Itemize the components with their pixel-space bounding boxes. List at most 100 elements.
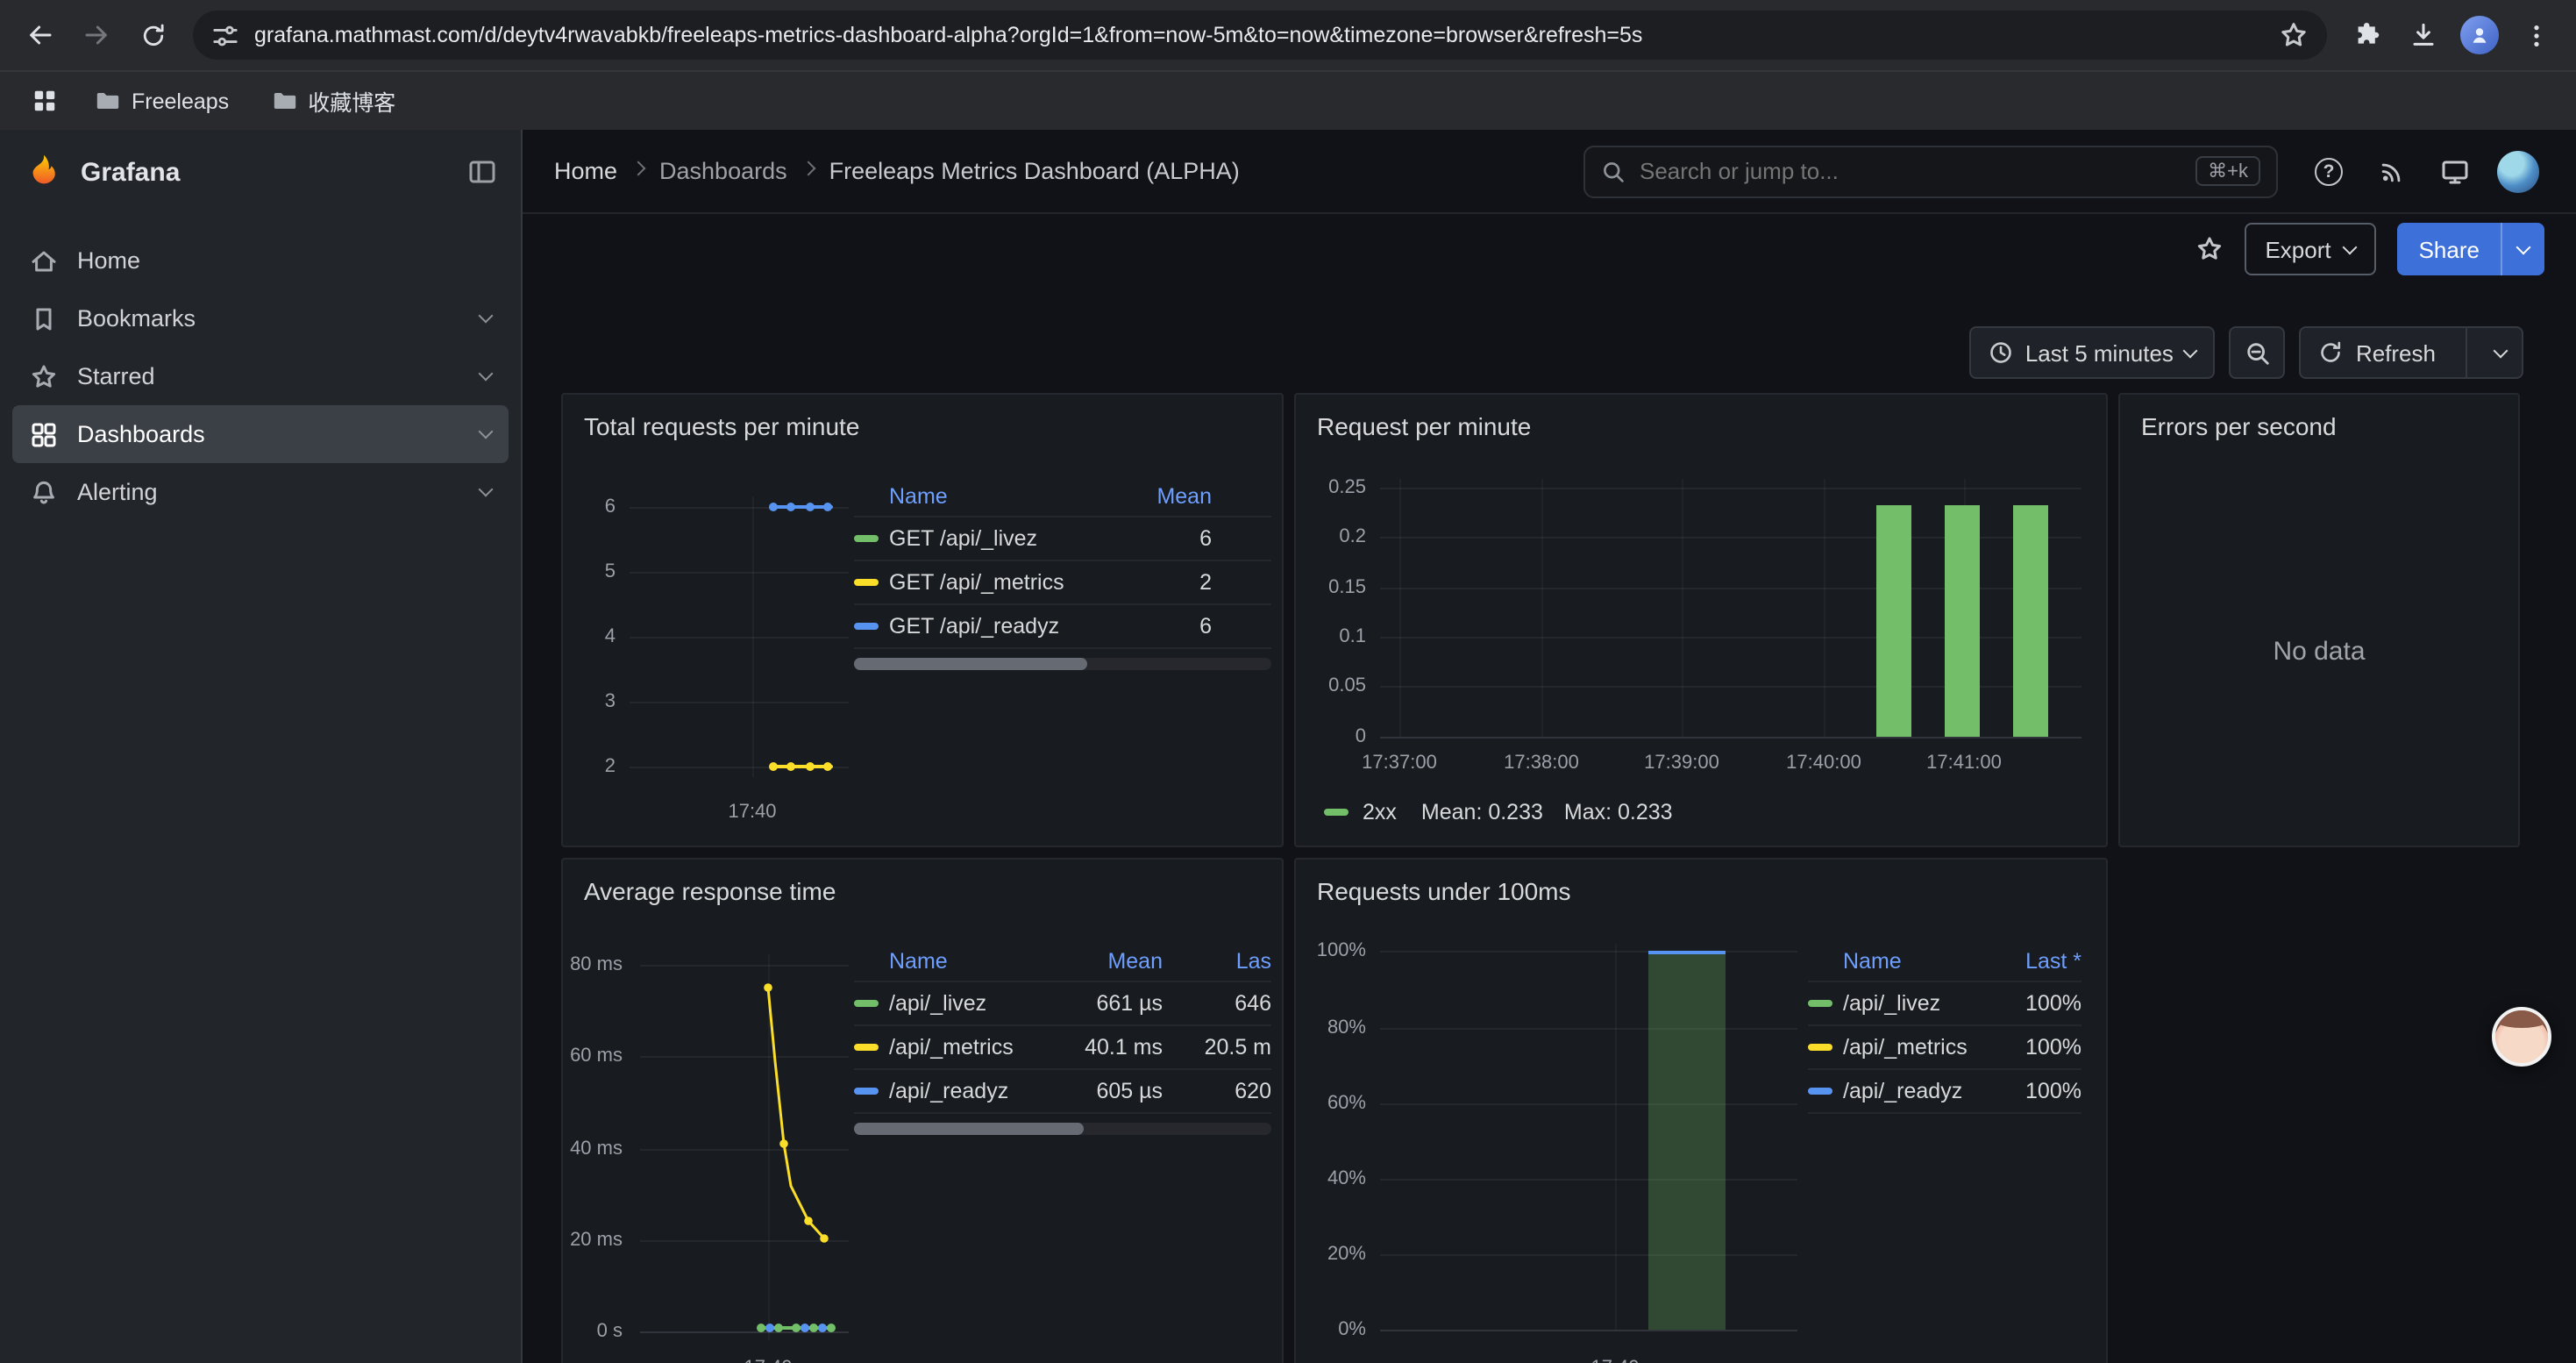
- bookmarks-bar: Freeleaps 收藏博客: [0, 70, 2576, 130]
- rss-icon: [2379, 158, 2405, 184]
- y-tick: 0 s: [563, 1321, 623, 1342]
- series-name[interactable]: /api/_metrics: [889, 1035, 1014, 1060]
- share-button[interactable]: Share: [2398, 223, 2544, 275]
- series-mean: 661 µs: [1075, 991, 1184, 1016]
- extensions-button[interactable]: [2341, 9, 2394, 61]
- sidebar-item-bookmarks[interactable]: Bookmarks: [12, 289, 509, 347]
- no-data-message: No data: [2120, 637, 2518, 667]
- sidebar-item-alerting[interactable]: Alerting: [12, 463, 509, 521]
- grafana-logo: [25, 153, 63, 191]
- forward-button[interactable]: [70, 9, 123, 61]
- axis-baseline: [640, 1331, 849, 1333]
- gridline: [752, 496, 754, 777]
- legend-col-last[interactable]: Last *: [2001, 948, 2081, 973]
- series-name[interactable]: GET /api/_livez: [889, 526, 1037, 551]
- share-menu-button[interactable]: [2502, 246, 2544, 252]
- sidebar-item-home[interactable]: Home: [12, 232, 509, 289]
- data-point: [792, 1324, 801, 1332]
- axis-baseline: [1380, 1330, 1797, 1331]
- series-name[interactable]: 2xx: [1363, 800, 1397, 824]
- legend-col-mean[interactable]: Mean: [1145, 483, 1271, 508]
- series-last: 100%: [2001, 1035, 2081, 1060]
- legend-row: /api/_livez 100%: [1808, 982, 2081, 1026]
- y-tick: 60%: [1296, 1093, 1366, 1114]
- favorite-dashboard-button[interactable]: [2195, 235, 2223, 263]
- gridline: [630, 702, 849, 703]
- series-name[interactable]: /api/_livez: [1843, 991, 1940, 1016]
- downloads-button[interactable]: [2397, 9, 2450, 61]
- series-name[interactable]: /api/_readyz: [889, 1079, 1008, 1103]
- data-point: [806, 762, 815, 771]
- legend-mean: Mean: 0.233: [1421, 800, 1543, 824]
- data-point: [806, 503, 815, 511]
- refresh-interval-button[interactable]: [2480, 350, 2522, 355]
- breadcrumb-dashboards[interactable]: Dashboards: [659, 158, 787, 184]
- y-tick: 0.25: [1296, 477, 1366, 498]
- menu-button[interactable]: [2509, 9, 2562, 61]
- collapse-sidebar-button[interactable]: [468, 158, 496, 186]
- breadcrumb-current: Freeleaps Metrics Dashboard (ALPHA): [829, 158, 1240, 184]
- panel-title[interactable]: Errors per second: [2120, 395, 2518, 458]
- gridline: [1380, 1103, 1797, 1105]
- legend: 2xx Mean: 0.233 Max: 0.233: [1324, 800, 1673, 824]
- profile-button[interactable]: [2453, 9, 2506, 61]
- news-button[interactable]: [2366, 145, 2418, 197]
- back-button[interactable]: [14, 9, 67, 61]
- panel-title[interactable]: Average response time: [563, 860, 1282, 923]
- legend-col-name[interactable]: Name: [1808, 948, 2001, 973]
- legend-col-last[interactable]: Las: [1184, 948, 1271, 973]
- panel-title[interactable]: Total requests per minute: [563, 395, 1282, 458]
- sidebar-item-starred[interactable]: Starred: [12, 347, 509, 405]
- legend-scrollbar[interactable]: [854, 658, 1271, 670]
- legend-scrollbar[interactable]: [854, 1123, 1271, 1135]
- data-point: [765, 1324, 774, 1332]
- help-button[interactable]: ?: [2302, 145, 2355, 197]
- series-name[interactable]: GET /api/_readyz: [889, 614, 1059, 639]
- bookmark-freeleaps[interactable]: Freeleaps: [81, 82, 243, 119]
- gridline: [1380, 1254, 1797, 1256]
- search-input[interactable]: [1640, 158, 2181, 184]
- series-last: 646: [1184, 991, 1271, 1016]
- series-name[interactable]: /api/_readyz: [1843, 1079, 1962, 1103]
- y-tick: 0.05: [1296, 675, 1366, 696]
- scrollbar-thumb[interactable]: [854, 1123, 1084, 1135]
- reload-button[interactable]: [126, 9, 179, 61]
- y-tick: 3: [563, 691, 616, 712]
- panel-collapse-icon: [468, 158, 496, 186]
- zoom-out-button[interactable]: [2230, 326, 2286, 379]
- bookmark-blog[interactable]: 收藏博客: [257, 79, 409, 123]
- series-swatch: [1808, 1088, 1832, 1095]
- apps-button[interactable]: [21, 78, 67, 124]
- address-bar[interactable]: grafana.mathmast.com/d/deytv4rwavabkb/fr…: [193, 11, 2327, 60]
- legend-col-mean[interactable]: Mean: [1075, 948, 1184, 973]
- legend-col-name[interactable]: Name: [854, 948, 1075, 973]
- time-range-label: Last 5 minutes: [2025, 339, 2174, 366]
- panel-title[interactable]: Request per minute: [1296, 395, 2106, 458]
- series-name[interactable]: /api/_metrics: [1843, 1035, 1968, 1060]
- assistant-avatar[interactable]: [2492, 1007, 2551, 1067]
- bookmark-star-icon[interactable]: [2280, 21, 2308, 49]
- chevron-down-icon: [479, 482, 494, 497]
- legend-col-name[interactable]: Name: [854, 483, 1145, 508]
- series-name[interactable]: /api/_livez: [889, 991, 986, 1016]
- legend-row: /api/_livez 661 µs 646: [854, 982, 1271, 1026]
- chevron-down-icon: [2516, 239, 2531, 254]
- display-button[interactable]: [2429, 145, 2481, 197]
- refresh-button[interactable]: Refresh: [2302, 339, 2453, 366]
- sidebar-item-dashboards[interactable]: Dashboards: [12, 405, 509, 463]
- dashboard-toolbar: Export Share: [523, 214, 2576, 284]
- search-box[interactable]: ⌘+k: [1583, 145, 2278, 197]
- x-tick: 17:40: [728, 802, 776, 823]
- chevron-down-icon: [479, 367, 494, 382]
- breadcrumb-home[interactable]: Home: [554, 158, 617, 184]
- legend-max: Max: 0.233: [1564, 800, 1673, 824]
- screen: grafana.mathmast.com/d/deytv4rwavabkb/fr…: [0, 0, 2576, 1363]
- time-range-picker[interactable]: Last 5 minutes: [1969, 326, 2216, 379]
- series-name[interactable]: GET /api/_metrics: [889, 570, 1064, 595]
- x-tick: 17:40: [744, 1358, 792, 1363]
- user-menu-button[interactable]: [2492, 145, 2544, 197]
- site-settings-icon: [212, 22, 238, 48]
- panel-title[interactable]: Requests under 100ms: [1296, 860, 2106, 923]
- scrollbar-thumb[interactable]: [854, 658, 1088, 670]
- export-button[interactable]: Export: [2244, 223, 2376, 275]
